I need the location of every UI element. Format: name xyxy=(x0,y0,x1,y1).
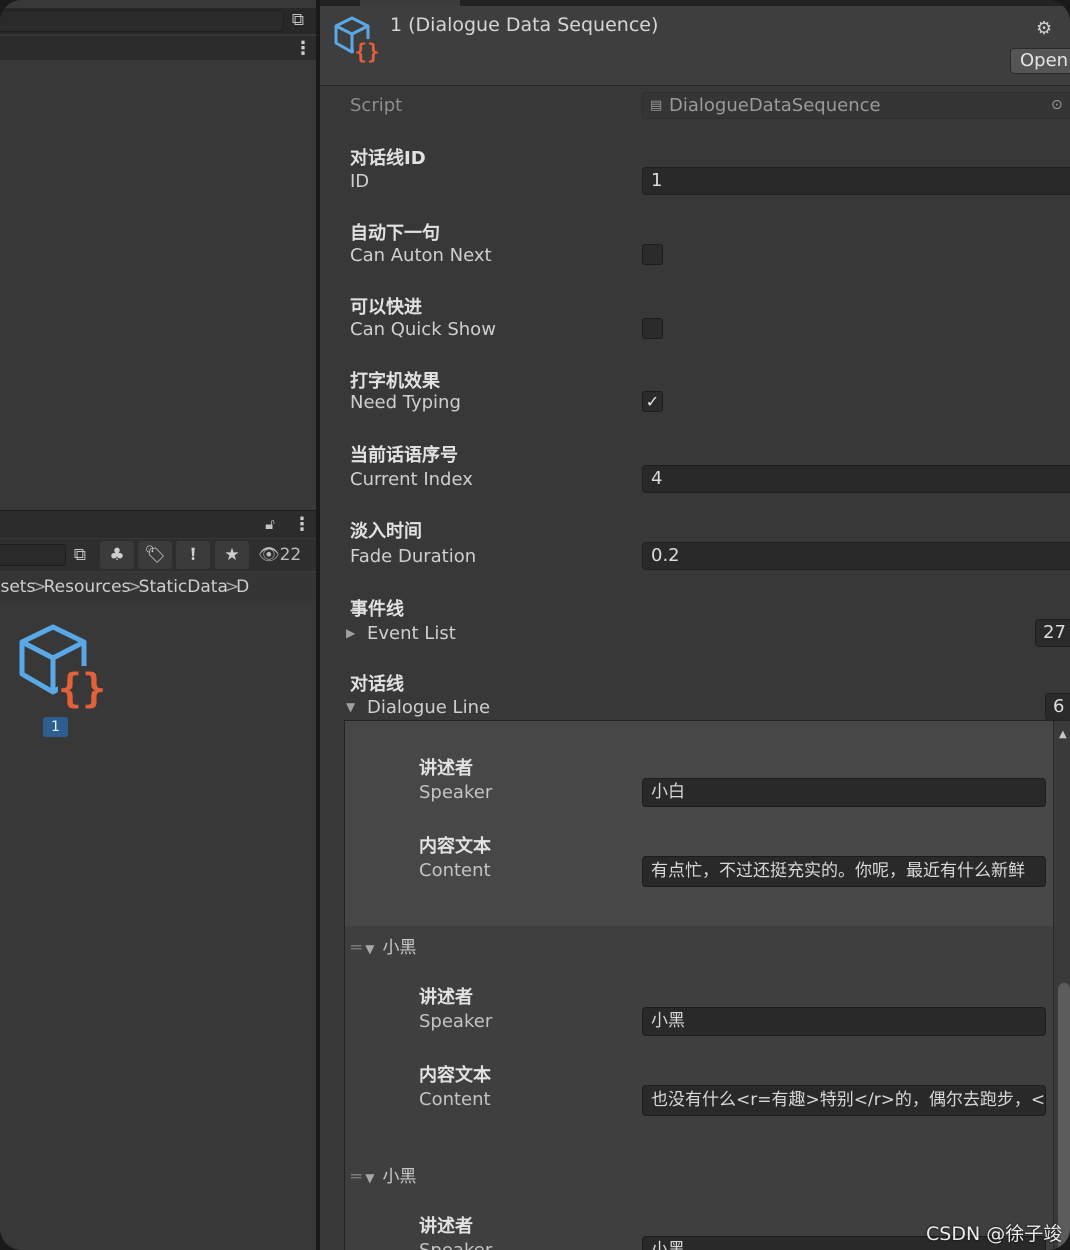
need-typing-label: Need Typing xyxy=(350,392,461,413)
element-title: 小黑 xyxy=(382,1167,417,1187)
script-field[interactable]: ▤ DialogueDataSequence ⊙ xyxy=(642,92,1070,119)
content-zh-label: 内容文本 xyxy=(419,836,491,857)
need-typing-checkbox[interactable]: ✓ xyxy=(642,391,663,412)
auto-next-zh-label: 自动下一句 xyxy=(350,223,440,244)
foldout-expanded-icon[interactable]: ▼ xyxy=(359,942,382,956)
dialogue-line-zh-label: 对话线 xyxy=(350,674,404,695)
list-element-header[interactable]: ═ ▼ 小黑 xyxy=(351,1162,416,1187)
issues-icon[interactable]: ❗︎ xyxy=(176,541,210,569)
project-search-input[interactable] xyxy=(0,544,66,566)
fade-duration-label: Fade Duration xyxy=(350,546,477,567)
breadcrumb-item-staticdata[interactable]: StaticData xyxy=(139,573,228,601)
inspector-header: {} 1 (Dialogue Data Sequence) ⚙︎ Open xyxy=(320,6,1070,86)
content-input[interactable]: 也没有什么<r=有趣>特别</r>的，偶尔去跑步，< xyxy=(642,1085,1046,1116)
scriptable-object-icon: {} xyxy=(334,16,380,63)
id-label: ID xyxy=(350,171,370,192)
maximize-icon[interactable]: ⧉ xyxy=(288,9,308,31)
hierarchy-header xyxy=(0,36,316,60)
dialogue-line-size-input[interactable]: 6 xyxy=(1045,693,1070,721)
need-typing-zh-label: 打字机效果 xyxy=(350,371,440,392)
scriptable-object-icon: {} xyxy=(19,624,106,712)
list-element-header[interactable]: ═ ▼ 小黑 xyxy=(351,933,416,958)
speaker-input[interactable]: 小白 xyxy=(642,778,1046,807)
current-index-input[interactable]: 4 xyxy=(642,465,1070,493)
id-input[interactable]: 1 xyxy=(642,167,1070,195)
fade-duration-input[interactable]: 0.2 xyxy=(642,542,1070,570)
auto-next-label: Can Auton Next xyxy=(350,245,492,266)
script-file-icon: ▤ xyxy=(650,98,663,113)
project-more-icon[interactable]: ⋮ xyxy=(293,516,311,534)
id-zh-label: 对话线ID xyxy=(350,148,426,169)
drag-handle-icon[interactable]: ═ xyxy=(351,938,361,958)
content-label: Content xyxy=(419,1089,491,1110)
event-list-size-input[interactable]: 27 xyxy=(1035,619,1070,647)
search-maximize-icon[interactable]: ⧉ xyxy=(70,544,90,566)
inspector-panel: {} 1 (Dialogue Data Sequence) ⚙︎ Open Sc… xyxy=(320,0,1070,1250)
content-input[interactable]: 有点忙，不过还挺充实的。你呢，最近有什么新鲜 xyxy=(642,856,1046,887)
speaker-label: Speaker xyxy=(419,782,493,803)
content-label: Content xyxy=(419,860,491,881)
foldout-collapsed-icon[interactable]: ▶ xyxy=(346,626,355,640)
speaker-input[interactable]: 小黑 xyxy=(642,1007,1046,1036)
breadcrumb-item-current[interactable]: D xyxy=(236,573,249,601)
auto-next-checkbox[interactable] xyxy=(642,244,663,265)
inspector-title: 1 (Dialogue Data Sequence) xyxy=(390,14,659,36)
list-element[interactable]: 讲述者 Speaker 小白 内容文本 Content 有点忙，不过还挺充实的。… xyxy=(345,721,1053,926)
checkmark-icon: ✓ xyxy=(645,392,660,411)
more-options-icon[interactable]: ⋮ xyxy=(294,40,312,58)
open-button[interactable]: Open xyxy=(1010,48,1070,74)
speaker-zh-label: 讲述者 xyxy=(419,1216,473,1237)
dialogue-line-list: 讲述者 Speaker 小白 内容文本 Content 有点忙，不过还挺充实的。… xyxy=(344,720,1070,1250)
quick-show-label: Can Quick Show xyxy=(350,319,496,340)
scrollbar-thumb[interactable] xyxy=(1058,983,1070,1250)
asset-name-label[interactable]: 1 xyxy=(43,717,68,737)
speaker-zh-label: 讲述者 xyxy=(419,758,473,779)
current-index-label: Current Index xyxy=(350,469,473,490)
speaker-label: Speaker xyxy=(419,1240,492,1250)
foldout-expanded-icon[interactable]: ▼ xyxy=(359,1171,382,1185)
settings-sliders-icon[interactable]: ⚙︎ xyxy=(1036,18,1052,39)
object-picker-icon[interactable]: ⊙ xyxy=(1051,93,1063,118)
speaker-label: Speaker xyxy=(419,1011,493,1032)
editor-window: ⧉ ⋮ 🔓︎ ⋮ ⧉ ♣ 🏷︎ ❗︎ ★ 👁︎22 Assets>Resourc… xyxy=(0,0,1070,1250)
current-index-zh-label: 当前话语序号 xyxy=(350,445,458,466)
event-list-label[interactable]: Event List xyxy=(367,623,456,644)
svg-text:{}: {} xyxy=(354,40,379,63)
watermark: CSDN @徐子竣 xyxy=(926,1223,1063,1245)
breadcrumb-item-assets[interactable]: Assets xyxy=(0,573,35,601)
quick-show-zh-label: 可以快进 xyxy=(350,297,422,318)
element-title: 小黑 xyxy=(382,938,417,958)
hidden-packages-eye-icon[interactable]: 👁︎22 xyxy=(258,541,301,569)
speaker-zh-label: 讲述者 xyxy=(419,987,473,1008)
content-zh-label: 内容文本 xyxy=(419,1065,491,1086)
breadcrumb: Assets>Resources>StaticData>D xyxy=(0,573,316,601)
hidden-count: 22 xyxy=(279,545,302,565)
script-value: DialogueDataSequence xyxy=(669,95,881,116)
breadcrumb-item-resources[interactable]: Resources xyxy=(44,573,131,601)
svg-text:{}: {} xyxy=(58,666,106,712)
foldout-expanded-icon[interactable]: ▼ xyxy=(346,700,355,714)
drag-handle-icon[interactable]: ═ xyxy=(351,1167,361,1187)
lock-icon[interactable]: 🔓︎ xyxy=(262,513,278,535)
filter-by-type-icon[interactable]: ♣ xyxy=(100,541,134,569)
filter-by-label-icon[interactable]: 🏷︎ xyxy=(138,541,172,569)
dialogue-line-label[interactable]: Dialogue Line xyxy=(367,697,490,718)
left-panels: ⧉ ⋮ 🔓︎ ⋮ ⧉ ♣ 🏷︎ ❗︎ ★ 👁︎22 Assets>Resourc… xyxy=(0,0,318,1250)
favorites-star-icon[interactable]: ★ xyxy=(215,541,249,569)
scroll-up-arrow-icon[interactable]: ▲ xyxy=(1059,729,1067,740)
vertical-scrollbar[interactable]: ▲ xyxy=(1053,721,1070,1250)
script-label: Script xyxy=(350,95,403,116)
fade-duration-zh-label: 淡入时间 xyxy=(350,521,422,542)
hierarchy-search-input[interactable] xyxy=(0,10,284,32)
quick-show-checkbox[interactable] xyxy=(642,318,663,339)
event-list-zh-label: 事件线 xyxy=(350,599,404,620)
